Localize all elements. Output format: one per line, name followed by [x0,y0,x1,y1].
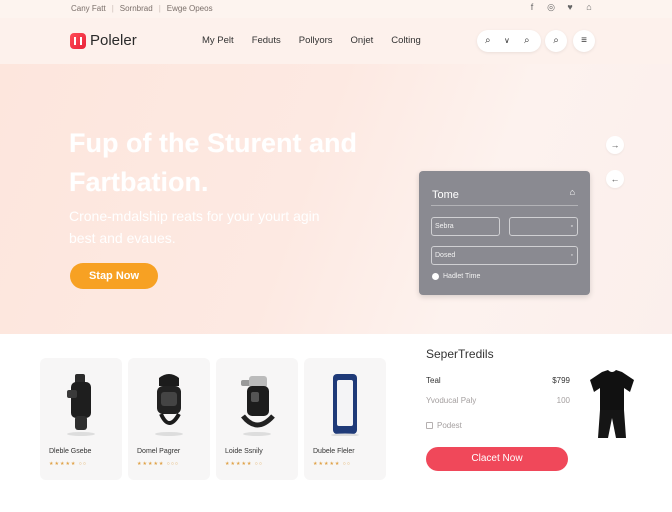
product-rating: ★★★★★ ○○ [225,461,263,467]
product-name: Dleble Gsebe [49,448,92,455]
search-icon[interactable]: ⌕ [524,35,530,46]
close-icon[interactable]: ⌂ [570,187,575,197]
nav-item[interactable]: Pollyors [299,35,333,46]
checkout-button[interactable]: Clacet Now [426,447,568,471]
summary-label: Yvoducal Paly [426,396,477,405]
product-image [155,374,183,436]
product-card[interactable]: Loide Ssnily ★★★★★ ○○ [216,358,298,480]
hero-title: Fup of the Sturent and Fartbation. [69,128,357,197]
product-image [331,374,359,436]
summary-title: SeperTredils [426,347,494,361]
logo-text: Poleler [90,32,137,49]
utility-bar: Cany Fatt | Sornbrad | Ewge Opeos f ◎ ♥ … [0,0,672,18]
calendar-icon: ▫ [570,223,573,230]
social-icons: f ◎ ♥ ⌂ [527,2,594,13]
divider: | [158,4,161,13]
summary-value: $799 [552,376,570,385]
summary-label: Teal [426,376,441,385]
twitter-icon[interactable]: ♥ [565,2,575,13]
product-name: Domel Pagrer [137,448,181,455]
shop-now-button[interactable]: Stap Now [70,263,158,289]
nav-item[interactable]: Feduts [252,35,281,46]
checkbox-icon [426,422,433,429]
divider [431,205,578,206]
search-pill[interactable]: ⌕ ∨ ⌕ [477,30,541,52]
field-label: Sebra [435,223,454,230]
product-image [241,376,275,436]
field-label: Dosed [435,252,456,259]
cart-icon[interactable]: ⌂ [584,2,594,13]
summary-row: Yvoducal Paly 100 [426,396,570,405]
radio-option[interactable]: Hadlet Time [432,273,480,280]
nav-item[interactable]: Colting [391,35,421,46]
search-icon[interactable]: ⌕ [545,30,567,52]
logo-icon [70,32,86,49]
form-field[interactable]: Sebra [431,217,500,236]
product-name: Loide Ssnily [225,448,263,455]
utility-link[interactable]: Ewge Opeos [167,4,213,13]
site-header: Poleler My Pelt Feduts Pollyors Onjet Co… [0,18,672,64]
card-title: Tome [432,189,459,201]
form-field[interactable]: ▫ [509,217,578,236]
product-name: Dubele Fleler [313,448,355,455]
prev-arrow-icon[interactable]: ← [606,170,624,188]
facebook-icon[interactable]: f [527,2,537,13]
product-card[interactable]: Dleble Gsebe ★★★★★ ○○ [40,358,122,480]
product-rating: ★★★★★ ○○ [313,461,351,467]
product-card[interactable]: Domel Pagrer ★★★★★ ○○○ [128,358,210,480]
utility-link[interactable]: Sornbrad [120,4,153,13]
product-rating: ★★★★★ ○○ [49,461,87,467]
radio-icon [432,273,439,280]
booking-card: Tome ⌂ Sebra ▫ Dosed ◦ Hadlet Time [419,171,590,295]
search-icon[interactable]: ⌕ [485,35,491,46]
product-rating: ★★★★★ ○○○ [137,461,179,467]
form-field[interactable]: Dosed ◦ [431,246,578,265]
next-arrow-icon[interactable]: → [606,136,624,154]
checkbox-label: Podest [437,421,462,430]
main-nav: My Pelt Feduts Pollyors Onjet Colting [202,35,421,46]
utility-link[interactable]: Cany Fatt [71,4,106,13]
nav-item[interactable]: My Pelt [202,35,234,46]
hero-subtitle: Crone-mdalship reats for your yourt agin… [69,208,320,246]
radio-label: Hadlet Time [443,273,481,280]
nav-item[interactable]: Onjet [351,35,374,46]
summary-value: 100 [556,396,570,405]
chevron-down-icon: ◦ [570,252,573,259]
logo[interactable]: Poleler [70,32,137,49]
chevron-down-icon[interactable]: ∨ [504,36,510,45]
divider: | [111,4,114,13]
instagram-icon[interactable]: ◎ [546,2,556,13]
product-image [590,370,634,438]
product-card[interactable]: Dubele Fleler ★★★★★ ○○ [304,358,386,480]
menu-icon[interactable]: ≡ [573,30,595,52]
summary-checkbox[interactable]: Podest [426,421,462,430]
product-image [67,374,95,436]
summary-row: Teal $799 [426,376,570,385]
utility-links: Cany Fatt | Sornbrad | Ewge Opeos [71,4,213,13]
